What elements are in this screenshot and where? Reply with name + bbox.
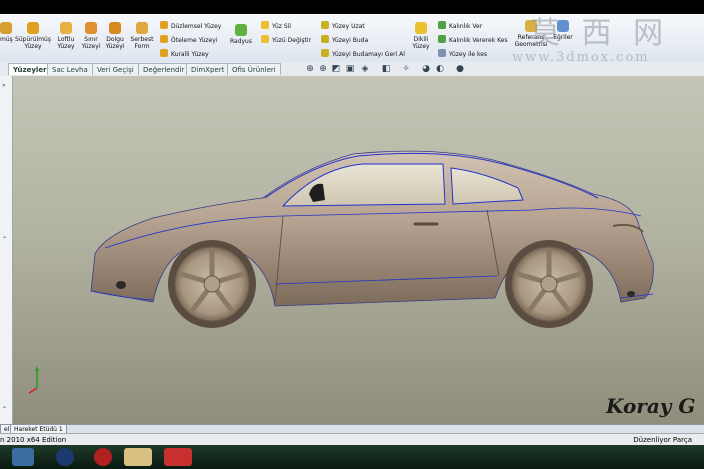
knit-surface-icon bbox=[415, 22, 427, 34]
offset-surface-button[interactable]: Öteleme Yüzeyi bbox=[160, 35, 217, 44]
surface-icon bbox=[0, 22, 12, 34]
ribbon-button-label: Dolgu Yüzeyi bbox=[105, 36, 125, 50]
appearance-icon[interactable]: ◕ bbox=[421, 64, 431, 74]
windows-taskbar bbox=[0, 445, 704, 469]
swept-surface-icon bbox=[27, 22, 39, 34]
trim-surface-label: Yüzeyi Buda bbox=[332, 37, 369, 44]
fill-surface-button[interactable]: Dolgu Yüzeyi bbox=[104, 22, 126, 50]
boundary-surface-icon bbox=[85, 22, 97, 34]
replace-face-icon bbox=[261, 35, 269, 43]
planar-surface-icon bbox=[160, 21, 168, 29]
zoom-to-fit-icon[interactable]: ⊕ bbox=[305, 64, 315, 74]
ribbon-button-label: Sınır Yüzeyi bbox=[81, 36, 101, 50]
graphics-viewport[interactable]: Koray G bbox=[13, 76, 704, 424]
taskbar-media-icon[interactable] bbox=[56, 448, 74, 466]
ruled-surface-icon bbox=[160, 49, 168, 57]
pane-splitter-icon[interactable]: ⌃ bbox=[2, 236, 7, 243]
ribbon-button-label: müş bbox=[0, 36, 13, 43]
hide-show-icon[interactable]: ✧ bbox=[401, 64, 411, 74]
planar-surface-button[interactable]: Düzlemsel Yüzey bbox=[160, 21, 221, 30]
planar-surface-label: Düzlemsel Yüzey bbox=[171, 23, 222, 30]
fill-surface-icon bbox=[109, 22, 121, 34]
lofted-surface-button[interactable]: Loftlu Yüzey bbox=[55, 22, 77, 50]
ribbon-button-label: Loftlu Yüzey bbox=[57, 36, 75, 50]
replace-face-label: Yüzü Değiştir bbox=[272, 37, 312, 44]
ribbon-button-label: Serbest Form bbox=[130, 36, 154, 50]
view-settings-icon[interactable]: ● bbox=[455, 64, 465, 74]
taskbar-folder-icon[interactable] bbox=[124, 448, 152, 466]
display-style-icon[interactable]: ◧ bbox=[381, 64, 391, 74]
exhaust bbox=[627, 291, 635, 297]
ribbon-button-label: Süpürülmüş Yüzey bbox=[15, 36, 51, 50]
trim-surface-icon bbox=[321, 35, 329, 43]
thickened-cut-label: Kalınlık Vererek Kes bbox=[449, 37, 508, 44]
author-signature: Koray G bbox=[606, 394, 696, 418]
cut-with-surface-icon bbox=[438, 49, 446, 57]
zoom-area-icon[interactable]: ⊕ bbox=[318, 64, 328, 74]
tab-sheet-metal[interactable]: Sac Levha bbox=[47, 63, 93, 75]
extend-surface-button[interactable]: Yüzey Uzat bbox=[321, 21, 365, 30]
trim-surface-button[interactable]: Yüzeyi Buda bbox=[321, 35, 368, 44]
cut-with-surface-label: Yüzey ile kes bbox=[449, 51, 488, 58]
taskbar-pin-icon[interactable] bbox=[94, 448, 112, 466]
ribbon-toolbar: müş Süpürülmüş Yüzey Loftlu Yüzey Sınır … bbox=[0, 14, 704, 65]
untrim-surface-label: Yüzeyi Budamayı Geri Al bbox=[332, 51, 405, 58]
taskbar-solidworks-icon[interactable] bbox=[164, 448, 192, 466]
extend-surface-icon bbox=[321, 21, 329, 29]
section-view-icon[interactable]: ▣ bbox=[345, 64, 355, 74]
offset-surface-icon bbox=[160, 35, 168, 43]
ribbon-button-label: Radyus bbox=[229, 38, 252, 45]
thicken-button[interactable]: Kalınlık Ver bbox=[438, 21, 482, 30]
delete-face-label: Yüz Sil bbox=[272, 23, 291, 30]
tab-office-products[interactable]: Ofis Ürünleri bbox=[227, 63, 281, 75]
untrim-surface-icon bbox=[321, 49, 329, 57]
extend-surface-label: Yüzey Uzat bbox=[332, 23, 365, 30]
view-orientation-icon[interactable]: ◈ bbox=[360, 64, 370, 74]
tab-dimxpert[interactable]: DimXpert bbox=[186, 63, 230, 75]
taskbar-explorer-icon[interactable] bbox=[12, 448, 34, 466]
freeform-icon bbox=[136, 22, 148, 34]
cut-with-surface-button[interactable]: Yüzey ile kes bbox=[438, 49, 487, 58]
lofted-surface-icon bbox=[60, 22, 72, 34]
tab-evaluate[interactable]: Değerlendir bbox=[138, 63, 190, 75]
scene-icon[interactable]: ◐ bbox=[435, 64, 445, 74]
ribbon-button-label: Dikili Yüzey bbox=[412, 36, 430, 50]
thicken-icon bbox=[438, 21, 446, 29]
swept-surface-button[interactable]: Süpürülmüş Yüzey bbox=[14, 22, 52, 50]
car-model bbox=[28, 150, 654, 394]
delete-face-icon bbox=[261, 21, 269, 29]
pane-scroll-icon[interactable]: ⌃ bbox=[2, 406, 7, 413]
offset-surface-label: Öteleme Yüzeyi bbox=[171, 37, 218, 44]
untrim-surface-button[interactable]: Yüzeyi Budamayı Geri Al bbox=[321, 49, 405, 58]
ruled-surface-button[interactable]: Kuralli Yüzey bbox=[160, 49, 209, 58]
front-wheel bbox=[168, 240, 256, 328]
feature-manager-pane: » ⌃ ⌃ bbox=[0, 76, 13, 424]
axis-triad bbox=[28, 366, 39, 394]
collapse-pane-icon[interactable]: » bbox=[2, 82, 6, 89]
ribbon-button-cut[interactable]: müş bbox=[0, 22, 13, 43]
replace-face-button[interactable]: Yüzü Değiştir bbox=[261, 35, 311, 44]
tab-data-migration[interactable]: Veri Geçişi bbox=[92, 63, 139, 75]
fillet-icon bbox=[235, 24, 247, 36]
thickened-cut-button[interactable]: Kalınlık Vererek Kes bbox=[438, 35, 508, 44]
freeform-button[interactable]: Serbest Form bbox=[129, 22, 155, 50]
watermark-logo: 莫 西 网 bbox=[530, 16, 670, 51]
knit-surface-button[interactable]: Dikili Yüzey bbox=[410, 22, 432, 50]
delete-face-button[interactable]: Yüz Sil bbox=[261, 21, 291, 30]
tab-surfaces[interactable]: Yüzeyler bbox=[8, 63, 52, 75]
previous-view-icon[interactable]: ◩ bbox=[331, 64, 341, 74]
fillet-button[interactable]: Radyus bbox=[228, 24, 254, 45]
boundary-surface-button[interactable]: Sınır Yüzeyi bbox=[80, 22, 102, 50]
ruled-surface-label: Kuralli Yüzey bbox=[171, 51, 209, 58]
side-window-front bbox=[281, 163, 446, 207]
thickened-cut-icon bbox=[438, 35, 446, 43]
fog-light bbox=[116, 281, 126, 289]
rear-wheel bbox=[505, 240, 593, 328]
thicken-label: Kalınlık Ver bbox=[449, 23, 483, 30]
